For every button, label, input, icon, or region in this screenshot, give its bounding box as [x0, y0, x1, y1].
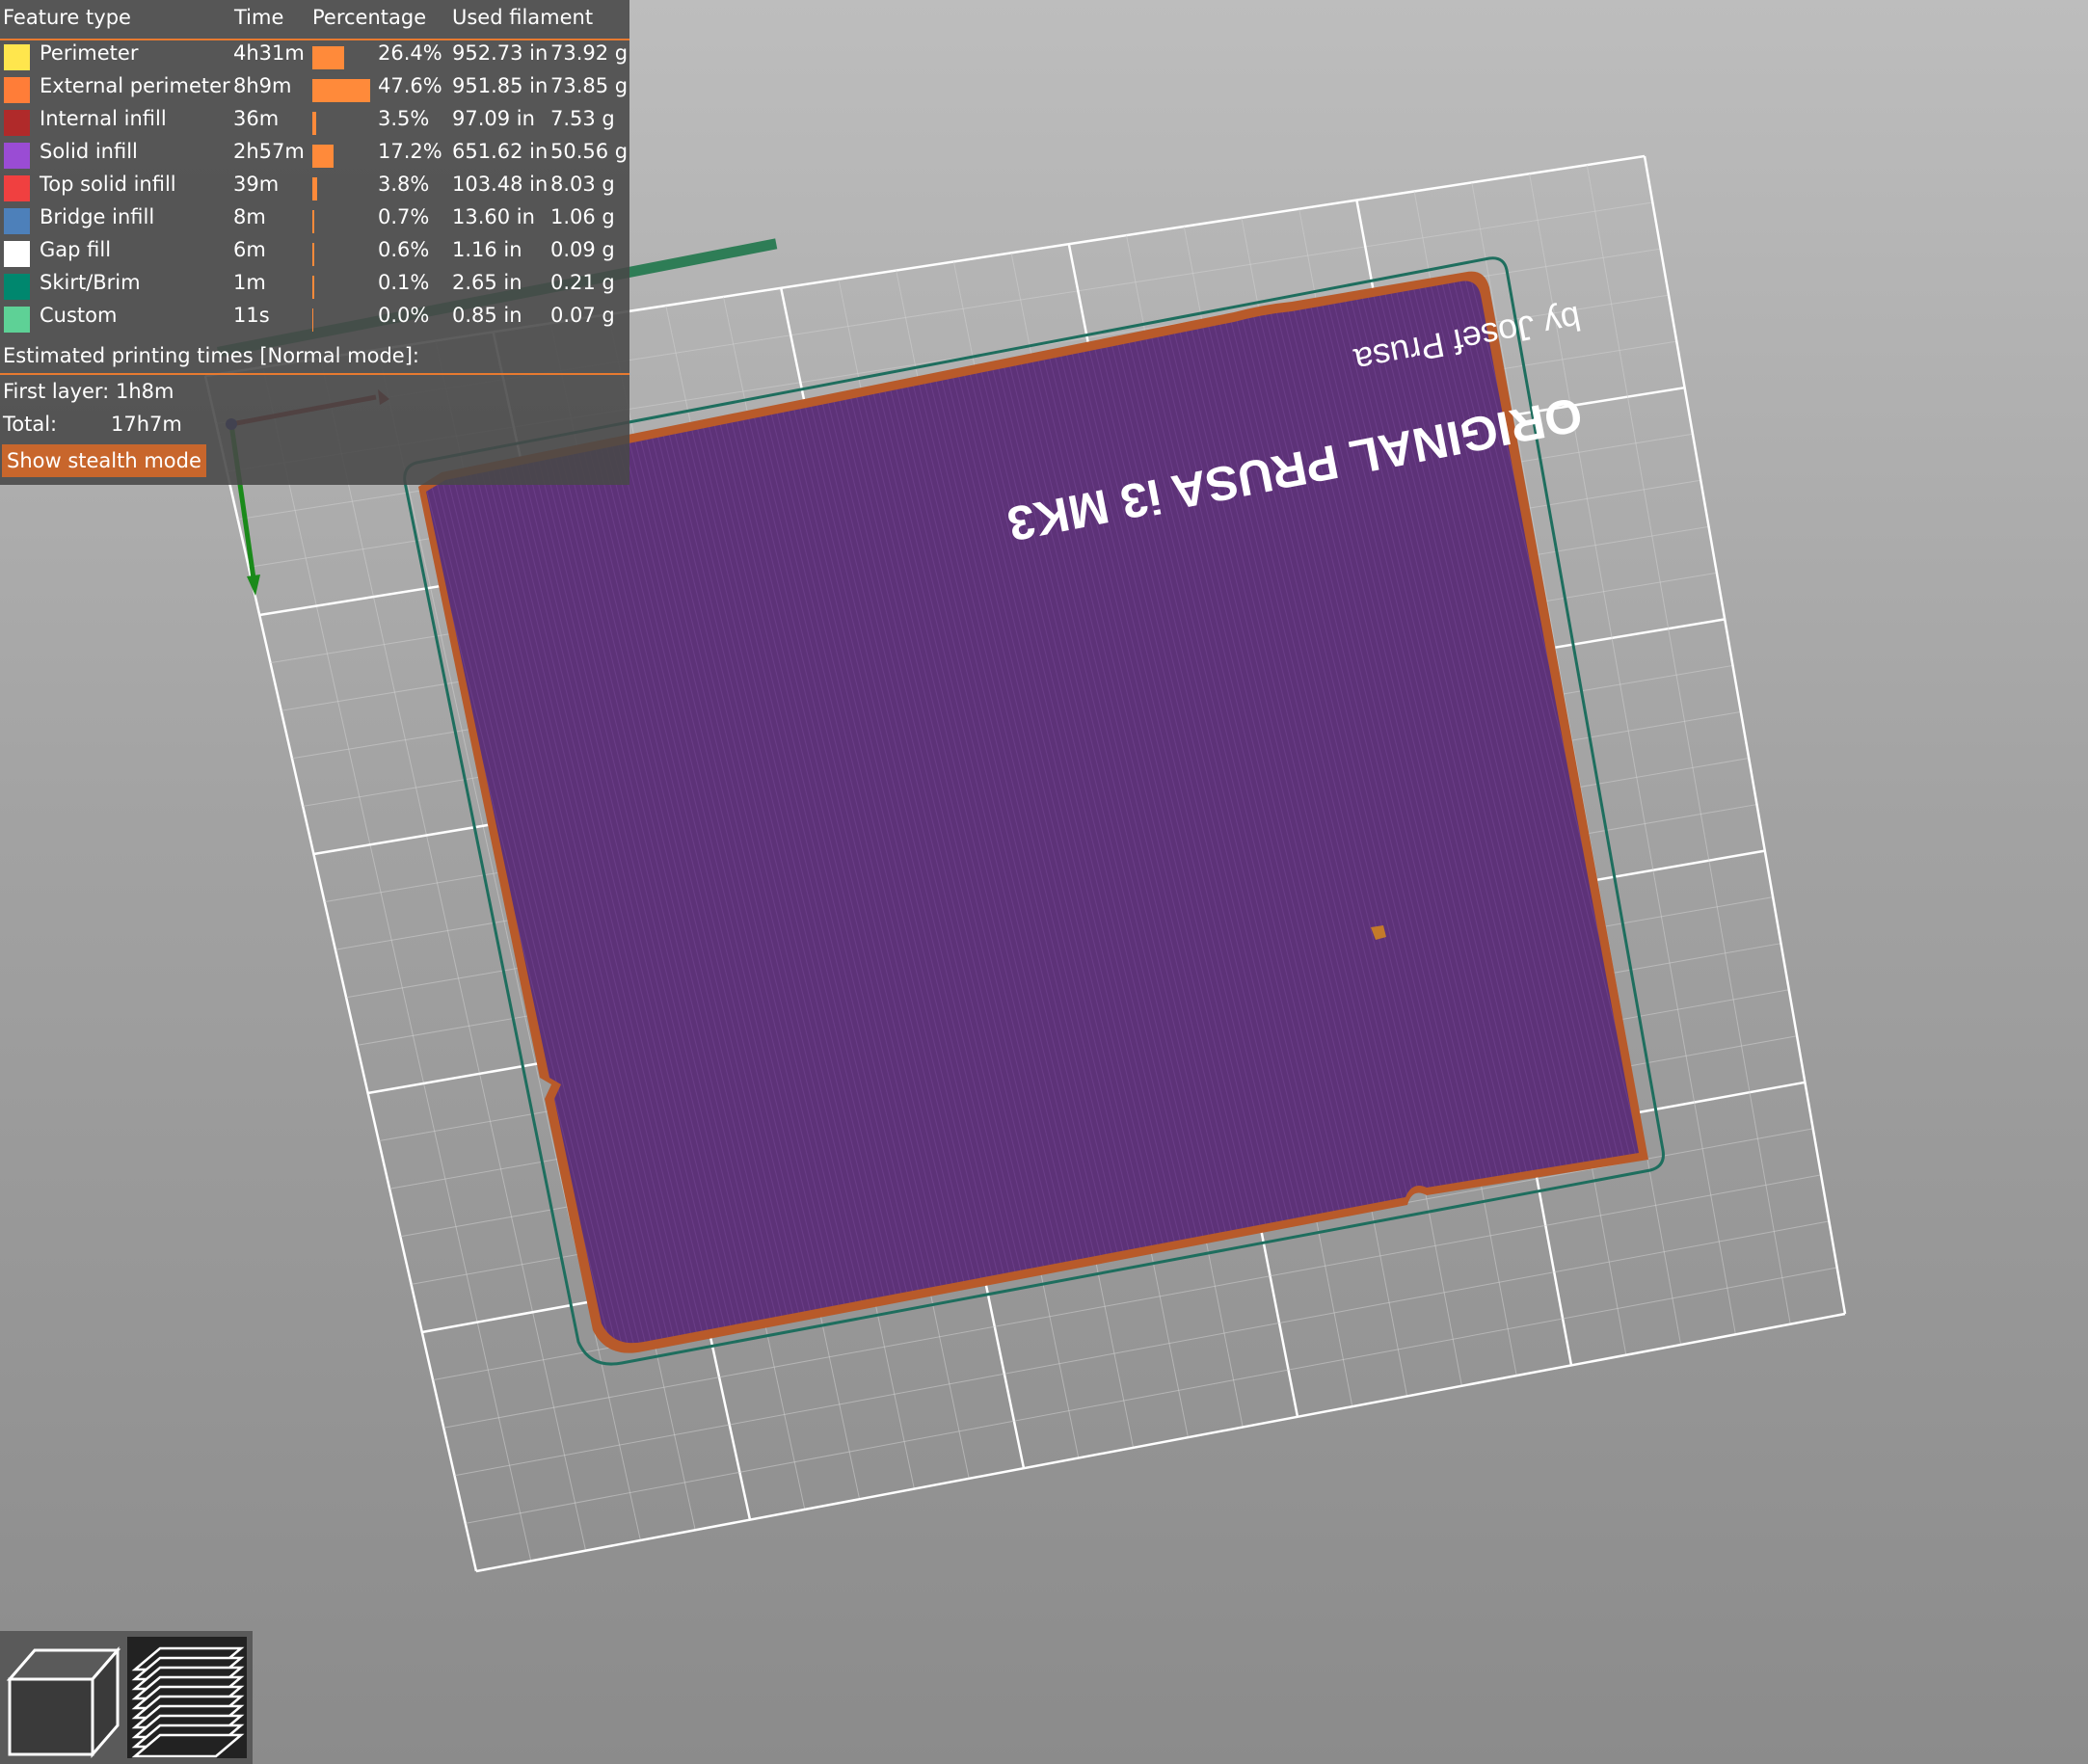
feature-weight: 0.07 g — [550, 304, 615, 327]
feature-time: 11s — [233, 304, 270, 327]
grid-line — [1643, 155, 1847, 1315]
feature-length: 1.16 in — [452, 238, 522, 261]
legend-header-separator — [0, 39, 629, 40]
print-statistics-legend: Feature type Time Percentage Used filame… — [0, 0, 629, 485]
legend-row: Perimeter 4h31m 26.4% 952.73 in 73.92 g — [0, 41, 629, 74]
estimated-separator — [0, 373, 629, 375]
feature-time: 39m — [233, 173, 280, 196]
first-layer-time: First layer: 1h8m — [3, 380, 174, 403]
show-stealth-mode-button[interactable]: Show stealth mode — [2, 444, 206, 477]
color-swatch — [4, 175, 30, 201]
percentage-bar — [312, 210, 314, 233]
header-feature-type: Feature type — [3, 6, 131, 29]
feature-weight: 8.03 g — [550, 173, 615, 196]
legend-header: Feature type Time Percentage Used filame… — [0, 6, 629, 35]
feature-percentage: 0.1% — [378, 271, 430, 294]
layers-icon — [131, 1646, 245, 1758]
feature-weight: 1.06 g — [550, 205, 615, 228]
legend-row: Internal infill 36m 3.5% 97.09 in 7.53 g — [0, 107, 629, 140]
feature-percentage: 26.4% — [378, 41, 442, 65]
color-swatch — [4, 208, 30, 234]
feature-weight: 0.21 g — [550, 271, 615, 294]
feature-name: Skirt/Brim — [40, 271, 141, 294]
total-label: Total: — [3, 413, 58, 436]
feature-name: Bridge infill — [40, 205, 155, 228]
feature-weight: 73.85 g — [550, 74, 629, 97]
color-swatch — [4, 110, 30, 136]
feature-time: 6m — [233, 238, 266, 261]
percentage-bar — [312, 46, 345, 69]
feature-length: 97.09 in — [452, 107, 535, 130]
color-swatch — [4, 307, 30, 333]
feature-percentage: 47.6% — [378, 74, 442, 97]
percentage-bar — [312, 308, 313, 332]
feature-name: Solid infill — [40, 140, 138, 163]
feature-weight: 50.56 g — [550, 140, 629, 163]
estimated-times-title: Estimated printing times [Normal mode]: — [3, 344, 419, 367]
legend-row: Solid infill 2h57m 17.2% 651.62 in 50.56 g — [0, 140, 629, 173]
feature-name: Custom — [40, 304, 118, 327]
color-swatch — [4, 143, 30, 169]
feature-time: 1m — [233, 271, 266, 294]
feature-length: 651.62 in — [452, 140, 549, 163]
header-time: Time — [234, 6, 284, 29]
total-time: Total: 17h7m — [3, 413, 182, 436]
feature-weight: 73.92 g — [550, 41, 629, 65]
color-swatch — [4, 274, 30, 300]
legend-row: Bridge infill 8m 0.7% 13.60 in 1.06 g — [0, 205, 629, 238]
feature-percentage: 3.5% — [378, 107, 430, 130]
first-layer-value: 1h8m — [115, 380, 174, 403]
color-swatch — [4, 241, 30, 267]
feature-length: 13.60 in — [452, 205, 535, 228]
feature-percentage: 17.2% — [378, 140, 442, 163]
header-used-filament: Used filament — [452, 6, 594, 29]
feature-percentage: 0.6% — [378, 238, 430, 261]
cube-icon — [6, 1645, 121, 1759]
feature-name: Perimeter — [40, 41, 139, 65]
feature-length: 0.85 in — [452, 304, 522, 327]
legend-row: Gap fill 6m 0.6% 1.16 in 0.09 g — [0, 238, 629, 271]
feature-percentage: 3.8% — [378, 173, 430, 196]
preview-layers-button[interactable] — [127, 1637, 247, 1758]
legend-row: Top solid infill 39m 3.8% 103.48 in 8.03 g — [0, 173, 629, 205]
percentage-bar — [312, 276, 314, 299]
color-swatch — [4, 44, 30, 70]
percentage-bar — [312, 112, 317, 135]
view-toolbar — [0, 1631, 253, 1764]
legend-row: Skirt/Brim 1m 0.1% 2.65 in 0.21 g — [0, 271, 629, 304]
feature-length: 103.48 in — [452, 173, 549, 196]
feature-time: 2h57m — [233, 140, 305, 163]
feature-length: 952.73 in — [452, 41, 549, 65]
feature-time: 4h31m — [233, 41, 305, 65]
3d-view-button[interactable] — [4, 1637, 123, 1759]
first-layer-label: First layer: — [3, 380, 110, 403]
feature-percentage: 0.0% — [378, 304, 430, 327]
feature-weight: 0.09 g — [550, 238, 615, 261]
feature-percentage: 0.7% — [378, 205, 430, 228]
legend-row: Custom 11s 0.0% 0.85 in 0.07 g — [0, 304, 629, 336]
feature-name: Internal infill — [40, 107, 167, 130]
total-value: 17h7m — [111, 413, 182, 436]
feature-time: 8m — [233, 205, 266, 228]
percentage-bar — [312, 243, 314, 266]
feature-time: 36m — [233, 107, 280, 130]
feature-name: Gap fill — [40, 238, 112, 261]
percentage-bar — [312, 177, 317, 200]
feature-weight: 7.53 g — [550, 107, 615, 130]
percentage-bar — [312, 145, 334, 168]
header-percentage: Percentage — [312, 6, 427, 29]
legend-row: External perimeter 8h9m 47.6% 951.85 in 73.8… — [0, 74, 629, 107]
color-swatch — [4, 77, 30, 103]
feature-time: 8h9m — [233, 74, 292, 97]
feature-name: Top solid infill — [40, 173, 176, 196]
feature-length: 2.65 in — [452, 271, 522, 294]
percentage-bar — [312, 79, 370, 102]
feature-name: External perimeter — [40, 74, 230, 97]
feature-length: 951.85 in — [452, 74, 549, 97]
